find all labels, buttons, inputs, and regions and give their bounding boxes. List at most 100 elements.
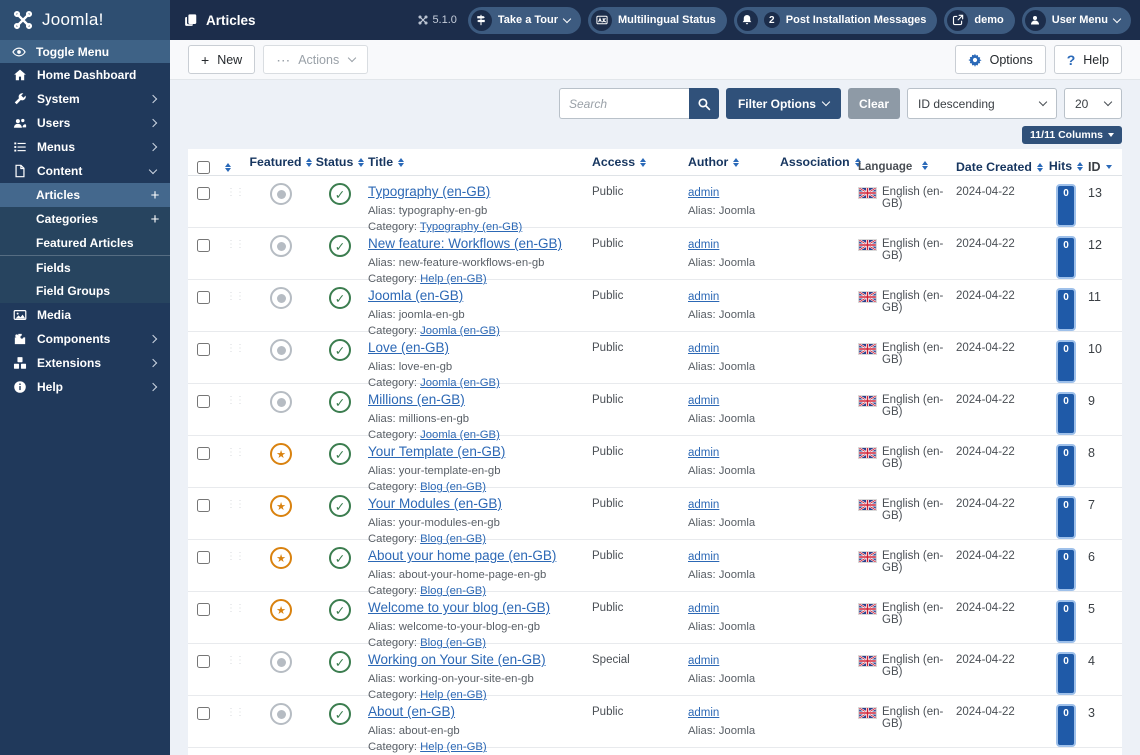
columns-toggle-button[interactable]: 11/11 Columns — [1022, 126, 1122, 144]
featured-star-icon[interactable]: ★ — [270, 443, 292, 465]
column-header-access[interactable]: Access — [592, 155, 688, 169]
author-link[interactable]: admin — [688, 187, 719, 199]
sidebar-item-field-groups[interactable]: Field Groups — [0, 279, 170, 303]
sidebar-item-fields[interactable]: Fields — [0, 255, 170, 279]
author-link[interactable]: admin — [688, 291, 719, 303]
unfeatured-circle-icon[interactable] — [270, 235, 292, 257]
row-order-handle[interactable]: ⋮⋮ — [220, 436, 250, 487]
published-check-icon[interactable]: ✓ — [329, 651, 351, 673]
article-title-link[interactable]: Typography (en-GB) — [368, 184, 490, 200]
column-header-language[interactable]: Language — [858, 151, 956, 173]
help-button[interactable]: ? Help — [1053, 45, 1122, 74]
row-order-handle[interactable]: ⋮⋮ — [220, 644, 250, 695]
sidebar-item-media[interactable]: Media — [0, 303, 170, 327]
add-articles-button[interactable]: + — [140, 187, 170, 204]
new-button[interactable]: + New — [188, 45, 256, 74]
column-header-date-created[interactable]: Date Created — [956, 150, 1044, 174]
author-link[interactable]: admin — [688, 551, 719, 563]
author-link[interactable]: admin — [688, 499, 719, 511]
joomla-brand[interactable]: Joomla! — [0, 0, 170, 40]
article-title-link[interactable]: About (en-GB) — [368, 704, 455, 720]
filter-options-button[interactable]: Filter Options — [725, 88, 841, 119]
column-header-featured[interactable]: Featured — [250, 155, 313, 169]
featured-star-icon[interactable]: ★ — [270, 495, 292, 517]
article-title-link[interactable]: Millions (en-GB) — [368, 392, 465, 408]
unfeatured-circle-icon[interactable] — [270, 651, 292, 673]
published-check-icon[interactable]: ✓ — [329, 391, 351, 413]
article-title-link[interactable]: Your Modules (en-GB) — [368, 496, 502, 512]
row-order-handle[interactable]: ⋮⋮ — [220, 384, 250, 435]
toggle-menu-button[interactable]: Toggle Menu — [0, 40, 170, 63]
row-select-checkbox[interactable] — [197, 499, 210, 512]
row-order-handle[interactable]: ⋮⋮ — [220, 176, 250, 227]
author-link[interactable]: admin — [688, 603, 719, 615]
row-select-checkbox[interactable] — [197, 551, 210, 564]
unfeatured-circle-icon[interactable] — [270, 703, 292, 725]
actions-button[interactable]: ⋯ Actions — [263, 45, 369, 74]
clear-button[interactable]: Clear — [847, 88, 900, 119]
column-header-status[interactable]: Status — [312, 155, 368, 169]
sidebar-item-featured-articles[interactable]: Featured Articles — [0, 231, 170, 255]
sidebar-item-home-dashboard[interactable]: Home Dashboard — [0, 63, 170, 87]
unfeatured-circle-icon[interactable] — [270, 287, 292, 309]
column-header-author[interactable]: Author — [688, 155, 780, 169]
published-check-icon[interactable]: ✓ — [329, 599, 351, 621]
sidebar-item-articles[interactable]: Articles + — [0, 183, 170, 207]
row-select-checkbox[interactable] — [197, 343, 210, 356]
topbar-pill-post-installation-messages[interactable]: 2 Post Installation Messages — [733, 6, 938, 34]
sidebar-item-content[interactable]: Content — [0, 159, 170, 183]
published-check-icon[interactable]: ✓ — [329, 547, 351, 569]
list-limit-select[interactable]: 20 — [1064, 88, 1122, 119]
search-button[interactable] — [688, 88, 719, 119]
sidebar-item-categories[interactable]: Categories + — [0, 207, 170, 231]
unfeatured-circle-icon[interactable] — [270, 391, 292, 413]
options-button[interactable]: Options — [954, 45, 1046, 74]
article-title-link[interactable]: Welcome to your blog (en-GB) — [368, 600, 550, 616]
author-link[interactable]: admin — [688, 395, 719, 407]
article-title-link[interactable]: Joomla (en-GB) — [368, 288, 463, 304]
published-check-icon[interactable]: ✓ — [329, 339, 351, 361]
article-title-link[interactable]: Love (en-GB) — [368, 340, 449, 356]
select-all-checkbox[interactable] — [197, 161, 210, 174]
row-order-handle[interactable]: ⋮⋮ — [220, 696, 250, 747]
row-order-handle[interactable]: ⋮⋮ — [220, 280, 250, 331]
topbar-pill-user-menu[interactable]: User Menu — [1021, 6, 1131, 34]
article-title-link[interactable]: Your Template (en-GB) — [368, 444, 505, 460]
unfeatured-circle-icon[interactable] — [270, 183, 292, 205]
row-order-handle[interactable]: ⋮⋮ — [220, 592, 250, 643]
row-select-checkbox[interactable] — [197, 447, 210, 460]
sidebar-item-system[interactable]: System — [0, 87, 170, 111]
published-check-icon[interactable]: ✓ — [329, 703, 351, 725]
row-select-checkbox[interactable] — [197, 239, 210, 252]
featured-star-icon[interactable]: ★ — [270, 599, 292, 621]
topbar-pill-take-a-tour[interactable]: Take a Tour — [467, 6, 582, 34]
article-title-link[interactable]: Working on Your Site (en-GB) — [368, 652, 546, 668]
author-link[interactable]: admin — [688, 343, 719, 355]
sort-select[interactable]: ID descending — [907, 88, 1057, 119]
row-order-handle[interactable]: ⋮⋮ — [220, 332, 250, 383]
published-check-icon[interactable]: ✓ — [329, 235, 351, 257]
published-check-icon[interactable]: ✓ — [329, 287, 351, 309]
column-header-ordering[interactable] — [220, 152, 250, 172]
column-header-title[interactable]: Title — [368, 155, 592, 169]
author-link[interactable]: admin — [688, 447, 719, 459]
row-select-checkbox[interactable] — [197, 187, 210, 200]
row-order-handle[interactable]: ⋮⋮ — [220, 488, 250, 539]
published-check-icon[interactable]: ✓ — [329, 495, 351, 517]
published-check-icon[interactable]: ✓ — [329, 183, 351, 205]
row-select-checkbox[interactable] — [197, 603, 210, 616]
sidebar-item-components[interactable]: Components — [0, 327, 170, 351]
topbar-pill-demo-site[interactable]: demo — [944, 6, 1015, 34]
author-link[interactable]: admin — [688, 239, 719, 251]
column-header-association[interactable]: Association — [780, 155, 861, 169]
row-order-handle[interactable]: ⋮⋮ — [220, 748, 250, 755]
sidebar-item-help[interactable]: Help — [0, 375, 170, 399]
author-link[interactable]: admin — [688, 707, 719, 719]
add-categories-button[interactable]: + — [140, 211, 170, 228]
unfeatured-circle-icon[interactable] — [270, 339, 292, 361]
featured-star-icon[interactable]: ★ — [270, 547, 292, 569]
sidebar-item-extensions[interactable]: Extensions — [0, 351, 170, 375]
row-select-checkbox[interactable] — [197, 291, 210, 304]
search-input[interactable] — [558, 88, 689, 119]
column-header-hits[interactable]: Hits — [1044, 151, 1088, 173]
